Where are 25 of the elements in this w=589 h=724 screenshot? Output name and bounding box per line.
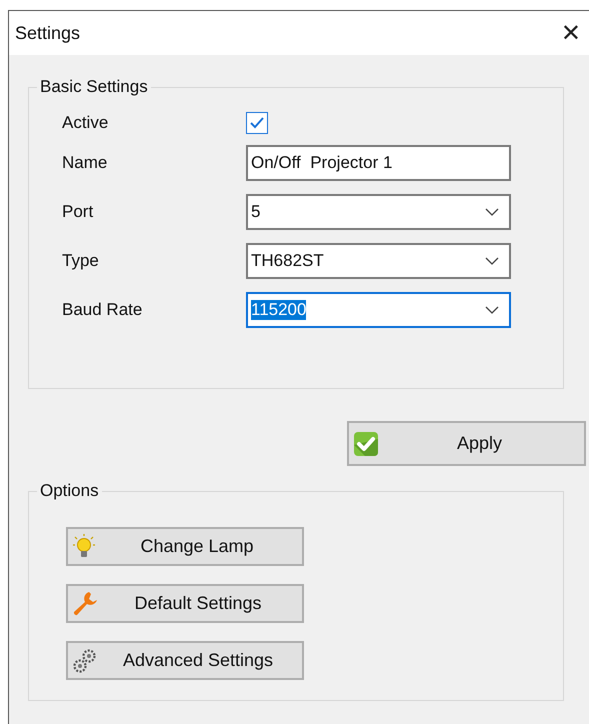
close-button[interactable]: ✕ bbox=[552, 19, 589, 47]
wrench-icon bbox=[72, 590, 98, 616]
option-button[interactable]: Advanced Settings bbox=[66, 641, 304, 680]
caret-icon bbox=[485, 208, 499, 216]
field-label: Type bbox=[62, 251, 100, 271]
group-title: Options bbox=[37, 481, 102, 501]
apply-button[interactable]: Apply bbox=[347, 421, 586, 466]
dropdown[interactable]: 5 bbox=[246, 194, 511, 230]
group-title: Basic Settings bbox=[37, 77, 151, 97]
option-button[interactable]: Change Lamp bbox=[66, 527, 304, 566]
dropdown[interactable]: 115200 bbox=[246, 292, 511, 328]
checkbox[interactable] bbox=[246, 112, 268, 134]
field-label: Baud Rate bbox=[62, 300, 144, 320]
field-label: Name bbox=[62, 153, 108, 173]
dropdown[interactable]: TH682ST bbox=[246, 243, 511, 279]
field-label: Port bbox=[62, 202, 94, 222]
gears-icon bbox=[72, 648, 98, 674]
window-title: Settings bbox=[15, 22, 80, 44]
text-field[interactable]: On/Off Projector 1 bbox=[246, 145, 511, 181]
option-button[interactable]: Default Settings bbox=[66, 584, 304, 623]
caret-icon bbox=[485, 306, 499, 314]
check-icon bbox=[353, 430, 379, 456]
caret-icon bbox=[485, 257, 499, 265]
light-bulb-icon bbox=[72, 534, 96, 560]
field-label: Active bbox=[62, 113, 110, 133]
